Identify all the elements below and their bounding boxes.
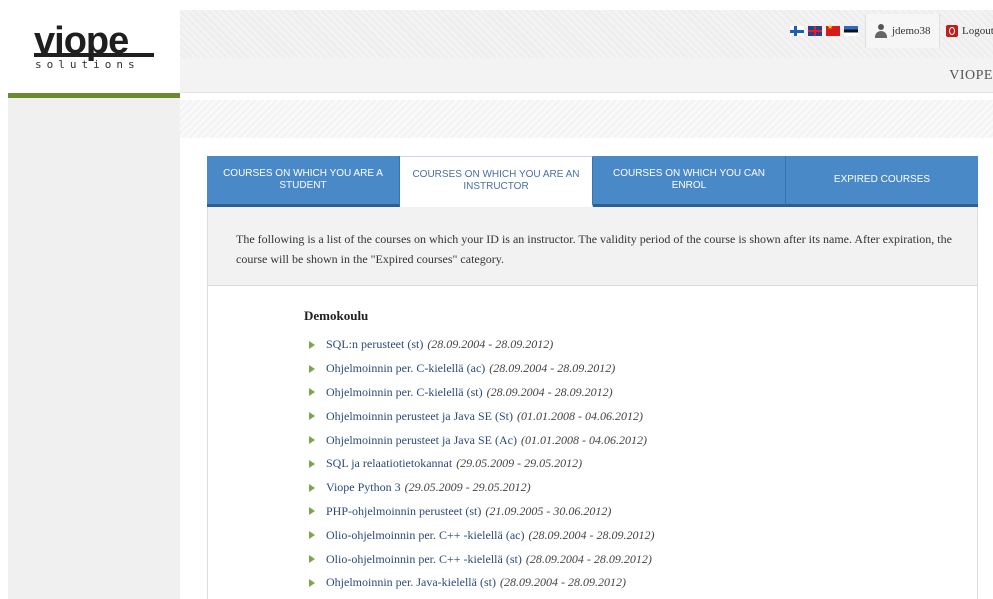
- arrow-bullet-icon: [309, 459, 315, 468]
- arrow-bullet-icon: [309, 364, 315, 373]
- logout-button[interactable]: Logout: [940, 14, 993, 48]
- left-sidebar: [8, 98, 180, 599]
- list-item[interactable]: SQL ja relaatiotietokannat (29.05.2009 - …: [309, 452, 654, 476]
- user-icon: [874, 24, 888, 38]
- arrow-bullet-icon: [309, 412, 315, 421]
- arrow-bullet-icon: [309, 507, 315, 516]
- course-dates: (29.05.2009 - 29.05.2012): [404, 480, 531, 495]
- tab-instructor-courses[interactable]: COURSES ON WHICH YOU ARE AN INSTRUCTOR: [400, 156, 593, 207]
- course-list: SQL:n perusteet (st) (28.09.2004 - 28.09.…: [309, 333, 654, 595]
- tab-content: The following is a list of the courses o…: [207, 207, 978, 599]
- list-item[interactable]: PHP-ohjelmoinnin perusteet (st) (21.09.20…: [309, 500, 654, 524]
- user-profile-link[interactable]: jdemo38: [865, 14, 940, 48]
- course-dates: (28.09.2004 - 28.09.2012): [486, 384, 613, 399]
- arrow-bullet-icon: [309, 531, 315, 540]
- chinese-flag-icon[interactable]: [826, 23, 840, 36]
- course-dates: (28.09.2004 - 28.09.2012): [427, 337, 554, 352]
- list-item[interactable]: Olio-ohjelmoinnin per. C++ -kielellä (ac…: [309, 523, 654, 547]
- course-link[interactable]: Ohjelmoinnin per. C-kielellä (st): [326, 385, 483, 400]
- estonian-flag-icon[interactable]: [844, 26, 858, 36]
- course-link[interactable]: Ohjelmoinnin per. Java-kielellä (st): [326, 575, 496, 590]
- logout-label: Logout: [962, 25, 993, 37]
- course-dates: (29.05.2009 - 29.05.2012): [456, 456, 583, 471]
- finnish-flag-icon[interactable]: [790, 26, 804, 36]
- course-link[interactable]: Ohjelmoinnin perusteet ja Java SE (St): [326, 409, 513, 424]
- logo-subtitle: solutions: [35, 58, 140, 71]
- list-item[interactable]: Ohjelmoinnin per. Java-kielellä (st) (28.…: [309, 571, 654, 595]
- school-heading: Demokoulu: [304, 308, 369, 323]
- arrow-bullet-icon: [309, 578, 315, 587]
- course-link[interactable]: SQL:n perusteet (st): [326, 337, 423, 352]
- course-link[interactable]: PHP-ohjelmoinnin perusteet (st): [326, 504, 481, 519]
- username-label: jdemo38: [892, 25, 931, 37]
- list-item[interactable]: Ohjelmoinnin per. C-kielellä (ac) (28.09.…: [309, 357, 654, 381]
- list-item[interactable]: Viope Python 3 (29.05.2009 - 29.05.2012): [309, 476, 654, 500]
- tab-expired-courses[interactable]: EXPIRED COURSES: [786, 156, 978, 207]
- arrow-bullet-icon: [309, 483, 315, 492]
- course-link[interactable]: SQL ja relaatiotietokannat: [326, 456, 452, 471]
- decorative-strip: [180, 100, 993, 138]
- arrow-bullet-icon: [309, 436, 315, 445]
- list-item[interactable]: Ohjelmoinnin per. C-kielellä (st) (28.09.…: [309, 381, 654, 405]
- course-link[interactable]: Ohjelmoinnin perusteet ja Java SE (Ac): [326, 433, 517, 448]
- brand-bar: VIOPE: [180, 58, 993, 93]
- course-link[interactable]: Viope Python 3: [326, 480, 401, 495]
- top-header: jdemo38 Logout: [180, 10, 993, 59]
- logo[interactable]: viope solutions: [0, 0, 180, 95]
- english-flag-icon[interactable]: [808, 26, 822, 36]
- course-tabs: COURSES ON WHICH YOU ARE A STUDENT COURS…: [207, 156, 978, 207]
- course-link[interactable]: Olio-ohjelmoinnin per. C++ -kielellä (ac…: [326, 528, 524, 543]
- tab-enrol-courses[interactable]: COURSES ON WHICH YOU CAN ENROL: [593, 156, 786, 207]
- course-dates: (01.01.2008 - 04.06.2012): [516, 408, 643, 423]
- language-selector: [790, 23, 858, 38]
- course-dates: (01.01.2008 - 04.06.2012): [520, 432, 647, 447]
- course-dates: (21.09.2005 - 30.06.2012): [485, 503, 612, 518]
- list-item[interactable]: Ohjelmoinnin perusteet ja Java SE (Ac) (0…: [309, 428, 654, 452]
- course-link[interactable]: Olio-ohjelmoinnin per. C++ -kielellä (st…: [326, 552, 522, 567]
- course-dates: (28.09.2004 - 28.09.2012): [499, 575, 626, 590]
- info-message: The following is a list of the courses o…: [208, 207, 977, 286]
- brand-title: VIOPE: [949, 68, 993, 83]
- tab-student-courses[interactable]: COURSES ON WHICH YOU ARE A STUDENT: [207, 156, 400, 207]
- course-dates: (28.09.2004 - 28.09.2012): [528, 527, 655, 542]
- power-icon: [946, 25, 958, 37]
- course-link[interactable]: Ohjelmoinnin per. C-kielellä (ac): [326, 361, 485, 376]
- arrow-bullet-icon: [309, 340, 315, 349]
- course-dates: (28.09.2004 - 28.09.2012): [489, 361, 616, 376]
- arrow-bullet-icon: [309, 388, 315, 397]
- arrow-bullet-icon: [309, 555, 315, 564]
- list-item[interactable]: Ohjelmoinnin perusteet ja Java SE (St) (0…: [309, 404, 654, 428]
- list-item[interactable]: Olio-ohjelmoinnin per. C++ -kielellä (st…: [309, 547, 654, 571]
- course-dates: (28.09.2004 - 28.09.2012): [525, 551, 652, 566]
- logo-underline: [34, 53, 154, 57]
- list-item[interactable]: SQL:n perusteet (st) (28.09.2004 - 28.09.…: [309, 333, 654, 357]
